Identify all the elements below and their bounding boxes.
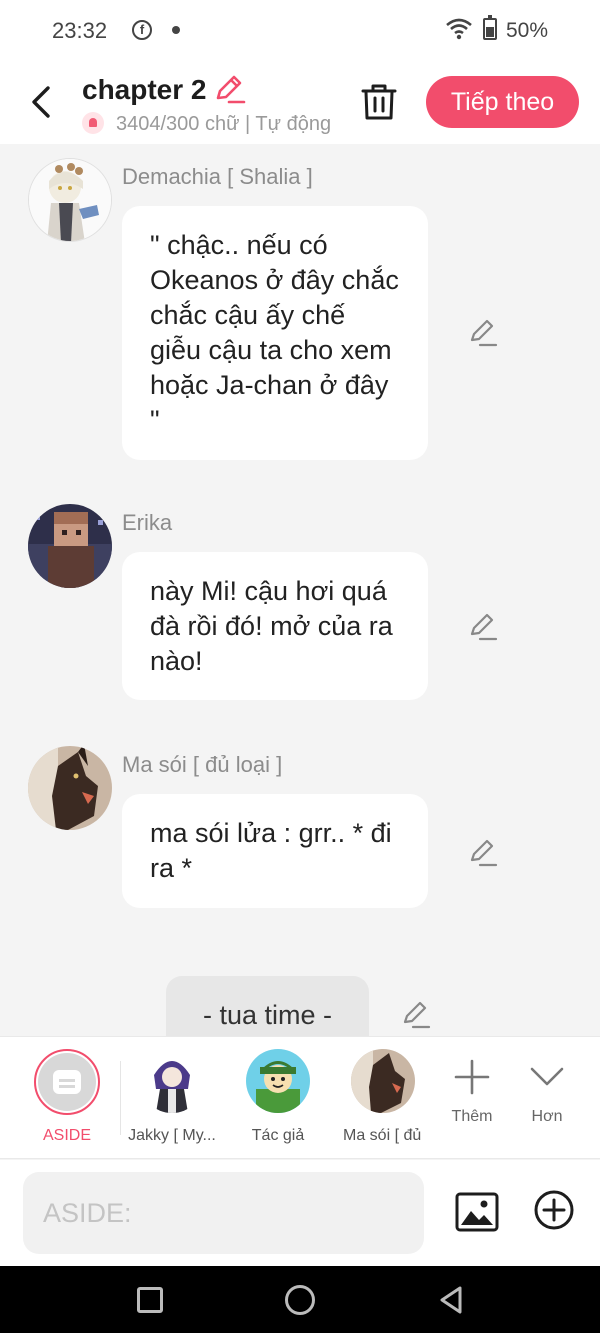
character-name: ASIDE bbox=[42, 1127, 91, 1144]
trash-icon[interactable] bbox=[360, 82, 398, 122]
chat-area[interactable]: Demachia [ Shalia ] " chậc.. nếu có Okea… bbox=[0, 144, 600, 1036]
expand-button[interactable]: Hơn bbox=[517, 1057, 577, 1126]
avatar bbox=[140, 1049, 204, 1113]
add-label: Thêm bbox=[451, 1108, 493, 1125]
image-icon[interactable] bbox=[454, 1189, 500, 1235]
sender-name: Demachia [ Shalia ] bbox=[122, 164, 313, 189]
home-icon[interactable] bbox=[285, 1285, 315, 1315]
character-author[interactable]: Tác giả bbox=[228, 1049, 328, 1145]
system-nav-bar bbox=[0, 1266, 600, 1333]
character-jakky[interactable]: Jakky [ My... bbox=[122, 1049, 222, 1145]
avatar bbox=[246, 1049, 310, 1113]
add-circle-icon[interactable] bbox=[533, 1189, 575, 1231]
expand-label: Hơn bbox=[531, 1108, 563, 1125]
character-selector: ASIDE Jakky [ My... Tác giả Ma sói [đủ … bbox=[0, 1036, 600, 1159]
word-count-text: 3404/300 chữ | Tự động lưu bbox=[116, 113, 330, 135]
add-character-button[interactable]: Thêm bbox=[442, 1057, 502, 1126]
recent-apps-icon[interactable] bbox=[137, 1287, 163, 1313]
status-bar: 23:32 f 50% bbox=[0, 0, 600, 62]
avatar bbox=[351, 1049, 415, 1113]
aside-icon bbox=[34, 1049, 100, 1115]
avatar[interactable] bbox=[28, 504, 112, 588]
sender-name: Ma sói [ đủ loại ] bbox=[122, 752, 283, 777]
editor-header: chapter 2 3404/300 chữ | Tự động lưu Tiế… bbox=[0, 62, 600, 144]
character-aside[interactable]: ASIDE bbox=[17, 1049, 117, 1145]
edit-title-icon[interactable] bbox=[214, 74, 246, 104]
message-bubble[interactable]: này Mi! cậu hơi quá đà rồi đó! mở của ra… bbox=[122, 552, 428, 700]
narration-divider[interactable]: - tua time - bbox=[166, 976, 369, 1036]
edit-message-icon[interactable] bbox=[468, 612, 498, 642]
edit-message-icon[interactable] bbox=[468, 838, 498, 868]
system-back-icon[interactable] bbox=[436, 1284, 466, 1316]
wifi-icon bbox=[446, 18, 472, 40]
facebook-notification-icon: f bbox=[132, 20, 152, 40]
plus-icon bbox=[454, 1059, 490, 1095]
compose-bar bbox=[0, 1160, 600, 1266]
back-arrow-icon[interactable] bbox=[26, 82, 60, 122]
battery-percent: 50% bbox=[506, 19, 549, 42]
character-name: Ma sói [ đủ loại ] bbox=[343, 1127, 423, 1144]
chapter-title[interactable]: chapter 2 bbox=[82, 74, 207, 106]
edit-message-icon[interactable] bbox=[468, 318, 498, 348]
character-name: Tác giả bbox=[251, 1127, 305, 1144]
message-bubble[interactable]: " chậc.. nếu có Okeanos ở đây chắc chắc … bbox=[122, 206, 428, 460]
edit-divider-icon[interactable] bbox=[401, 1000, 431, 1030]
separator bbox=[120, 1061, 121, 1135]
sender-name: Erika bbox=[122, 510, 173, 535]
word-count-status: 3404/300 chữ | Tự động lưu bbox=[82, 112, 330, 136]
character-name: Jakky [ My... bbox=[128, 1127, 216, 1144]
notification-dot-icon bbox=[172, 26, 180, 34]
avatar[interactable] bbox=[28, 158, 112, 242]
message-input[interactable] bbox=[23, 1172, 424, 1254]
message-bubble[interactable]: ma sói lửa : grr.. * đi ra * bbox=[122, 794, 428, 908]
status-time: 23:32 bbox=[52, 18, 108, 43]
battery-icon bbox=[483, 15, 497, 40]
character-werewolf[interactable]: Ma sói [ đủ loại ] bbox=[333, 1049, 433, 1145]
chevron-down-icon bbox=[530, 1067, 564, 1086]
avatar[interactable] bbox=[28, 746, 112, 830]
bell-icon bbox=[82, 112, 104, 134]
next-button[interactable]: Tiếp theo bbox=[426, 76, 579, 128]
